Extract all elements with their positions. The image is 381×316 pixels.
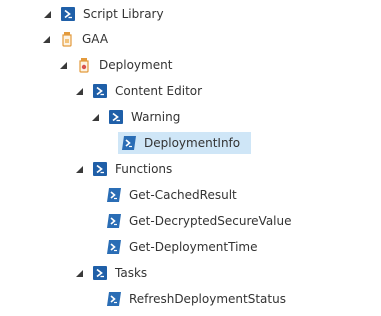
- tree-node-gaa[interactable]: GAA: [41, 28, 113, 50]
- expanded-arrow-icon[interactable]: [90, 106, 100, 128]
- expanded-arrow-icon[interactable]: [41, 28, 51, 50]
- tree-node-label: Functions: [115, 162, 173, 176]
- tree-node-label: Content Editor: [115, 84, 203, 98]
- expanded-arrow-icon[interactable]: [74, 262, 84, 284]
- tree-node-get-decryptedsecurevalue[interactable]: Get-DecryptedSecureValue: [106, 210, 297, 232]
- powershell-module-icon: [60, 6, 76, 22]
- tree-node-label: DeploymentInfo: [144, 136, 241, 150]
- tree-node-label: Script Library: [83, 7, 164, 21]
- tree-node-script-library[interactable]: Script Library: [42, 3, 169, 25]
- tree-node-label: Tasks: [115, 266, 148, 280]
- powershell-script-icon: [106, 187, 122, 203]
- expanded-arrow-icon[interactable]: [58, 54, 68, 76]
- powershell-script-icon: [106, 239, 122, 255]
- tree-node-content-editor[interactable]: Content Editor: [74, 80, 207, 102]
- jar-icon: [76, 57, 92, 73]
- powershell-module-icon: [92, 83, 108, 99]
- tree-node-label: RefreshDeploymentStatus: [129, 292, 286, 306]
- tree-node-deployment[interactable]: Deployment: [58, 54, 177, 76]
- tree-node-tasks[interactable]: Tasks: [74, 262, 152, 284]
- tree-node-label: Warning: [131, 110, 181, 124]
- tree-node-label: Get-DeploymentTime: [129, 240, 258, 254]
- tree-node-functions[interactable]: Functions: [74, 158, 177, 180]
- tree-node-label: GAA: [82, 32, 109, 46]
- tree-node-label: Get-CachedResult: [129, 188, 237, 202]
- powershell-module-icon: [108, 109, 124, 125]
- powershell-module-icon: [92, 161, 108, 177]
- tree-node-get-deploymenttime[interactable]: Get-DeploymentTime: [106, 236, 262, 258]
- tree-node-warning[interactable]: Warning: [90, 106, 185, 128]
- tree-node-label: Deployment: [99, 58, 173, 72]
- expanded-arrow-icon[interactable]: [74, 158, 84, 180]
- expanded-arrow-icon[interactable]: [74, 80, 84, 102]
- tree-node-label: Get-DecryptedSecureValue: [129, 214, 292, 228]
- expanded-arrow-icon[interactable]: [42, 3, 52, 25]
- powershell-script-icon: [106, 291, 122, 307]
- powershell-script-icon: [121, 135, 137, 151]
- tree-node-refreshdeploymentstatus[interactable]: RefreshDeploymentStatus: [106, 288, 291, 310]
- jar-icon: [59, 31, 75, 47]
- tree-node-deploymentinfo[interactable]: DeploymentInfo: [118, 132, 252, 154]
- powershell-module-icon: [92, 265, 108, 281]
- script-library-tree: Script Library GAA Deployment Content Ed…: [0, 0, 381, 316]
- powershell-script-icon: [106, 213, 122, 229]
- tree-node-get-cachedresult[interactable]: Get-CachedResult: [106, 184, 242, 206]
